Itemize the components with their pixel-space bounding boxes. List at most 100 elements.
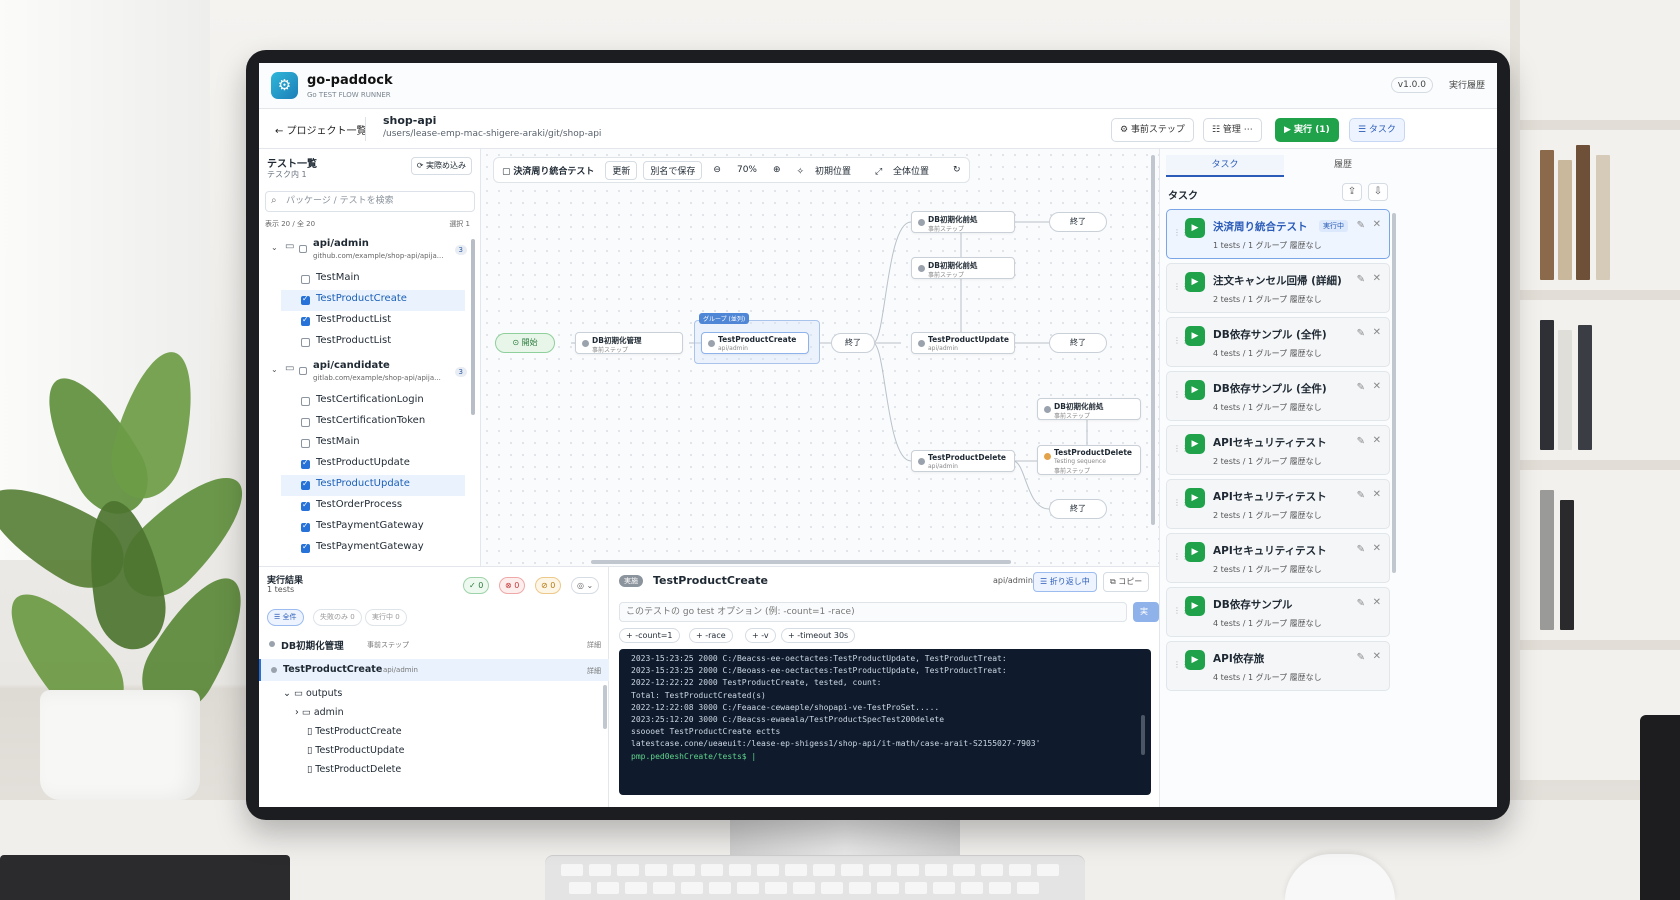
play-icon[interactable]: ▶: [1185, 326, 1205, 346]
flow-end-node[interactable]: 終了: [1049, 212, 1107, 232]
option-chip-count[interactable]: + -count=1: [619, 628, 680, 643]
test-item[interactable]: TestMain: [259, 433, 473, 454]
prestep-button[interactable]: ⚙ 事前ステップ: [1111, 118, 1194, 142]
flow-node-product-create[interactable]: TestProductCreate api/admin: [701, 332, 809, 354]
flow-node-product-update[interactable]: TestProductUpdate api/admin: [911, 332, 1015, 354]
close-icon[interactable]: ✕: [1373, 651, 1381, 662]
task-card[interactable]: ⋮⋮ ▶ DB依存サンプル 4 tests / 1 グループ 履歴なし ✎ ✕: [1166, 587, 1390, 637]
edit-icon[interactable]: ✎: [1357, 652, 1365, 663]
edit-icon[interactable]: ✎: [1357, 544, 1365, 555]
chevron-down-icon[interactable]: ⌄: [271, 365, 278, 374]
results-scrollbar[interactable]: [603, 685, 607, 729]
canvas-horizontal-scrollbar[interactable]: [591, 560, 1011, 564]
play-icon[interactable]: ▶: [1185, 434, 1205, 454]
test-item[interactable]: TestProductUpdate: [259, 454, 473, 475]
flow-end-node[interactable]: 終了: [831, 333, 875, 353]
result-row-selected[interactable]: TestProductCreate api/admin 詳細: [259, 659, 609, 681]
close-icon[interactable]: ✕: [1373, 219, 1381, 230]
chevron-down-icon[interactable]: ⌄: [271, 243, 278, 252]
close-icon[interactable]: ✕: [1373, 543, 1381, 554]
edit-icon[interactable]: ✎: [1357, 436, 1365, 447]
edit-icon[interactable]: ✎: [1357, 490, 1365, 501]
tree-folder-admin[interactable]: › ▭ admin: [295, 707, 344, 718]
play-icon[interactable]: ▶: [1185, 488, 1205, 508]
flow-node-db-init[interactable]: DB初期化管理 事前ステップ: [575, 332, 683, 354]
test-item[interactable]: TestMain: [259, 269, 473, 290]
go-test-options-input[interactable]: このテストの go test オプション (例: -count=1 -race): [619, 602, 1127, 622]
task-card[interactable]: ⋮⋮ ▶ APIセキュリティテスト 2 tests / 1 グループ 履歴なし …: [1166, 533, 1390, 583]
option-chip-timeout[interactable]: + -timeout 30s: [781, 628, 856, 643]
close-icon[interactable]: ✕: [1373, 273, 1381, 284]
upload-icon[interactable]: ⇪: [1342, 183, 1362, 201]
play-icon[interactable]: ▶: [1185, 272, 1205, 292]
test-checkbox[interactable]: [301, 338, 310, 347]
task-card[interactable]: ⋮⋮ ▶ 決済周り統合テスト 実行中 1 tests / 1 グループ 履歴なし…: [1166, 209, 1390, 259]
close-icon[interactable]: ✕: [1373, 381, 1381, 392]
task-card[interactable]: ⋮⋮ ▶ APIセキュリティテスト 2 tests / 1 グループ 履歴なし …: [1166, 425, 1390, 475]
test-search-input[interactable]: パッケージ / テストを検索: [265, 191, 475, 212]
tasks-scrollbar[interactable]: [1392, 213, 1396, 573]
group-checkbox[interactable]: [299, 245, 307, 253]
result-row[interactable]: DB初期化管理 事前ステップ 詳細: [259, 633, 609, 655]
terminal-scrollbar[interactable]: [1141, 715, 1145, 755]
tree-file[interactable]: ▯ TestProductUpdate: [307, 745, 404, 756]
test-list-scrollbar[interactable]: [471, 239, 475, 415]
flow-end-node[interactable]: 終了: [1049, 499, 1107, 519]
download-icon[interactable]: ⇩: [1368, 183, 1388, 201]
close-icon[interactable]: ✕: [1373, 327, 1381, 338]
test-item-selected[interactable]: TestProductCreate: [281, 290, 465, 311]
task-card[interactable]: ⋮⋮ ▶ API依存旅 4 tests / 1 グループ 履歴なし ✎ ✕: [1166, 641, 1390, 691]
tree-file[interactable]: ▯ TestProductDelete: [307, 764, 401, 775]
test-checkbox[interactable]: [301, 521, 310, 532]
close-icon[interactable]: ✕: [1373, 489, 1381, 500]
test-item[interactable]: TestPaymentGateway: [259, 517, 473, 538]
tab-tasks[interactable]: タスク: [1166, 155, 1284, 177]
test-item[interactable]: TestCertificationLogin: [259, 391, 473, 412]
copy-button[interactable]: ⧉ コピー: [1103, 572, 1150, 592]
flow-node-db-right[interactable]: DB初期化前処 事前ステップ: [1037, 398, 1141, 420]
flow-canvas[interactable]: ▢ 決済周り統合テスト 更新 別名で保存 ⊖ 70% ⊕ ✧ 初期位置 ⤢ 全体…: [481, 149, 1159, 566]
history-link[interactable]: 実行履歴: [1449, 78, 1485, 91]
play-icon[interactable]: ▶: [1185, 380, 1205, 400]
play-icon[interactable]: ▶: [1185, 596, 1205, 616]
edit-icon[interactable]: ✎: [1357, 328, 1365, 339]
test-checkbox[interactable]: [301, 315, 310, 326]
test-checkbox[interactable]: [301, 439, 310, 448]
play-icon[interactable]: ▶: [1185, 218, 1205, 238]
option-chip-verbose[interactable]: + -v: [745, 628, 776, 643]
flow-end-node[interactable]: 終了: [1049, 333, 1107, 353]
result-detail-link[interactable]: 詳細: [587, 666, 601, 676]
test-checkbox[interactable]: [301, 458, 310, 469]
group-checkbox[interactable]: [299, 367, 307, 375]
flow-node-db-top2[interactable]: DB初期化前処 事前ステップ: [911, 257, 1015, 279]
flow-node-product-delete-2[interactable]: TestProductDelete Testing sequence 事前ステッ…: [1037, 445, 1141, 475]
test-checkbox[interactable]: [301, 397, 310, 406]
close-icon[interactable]: ✕: [1373, 435, 1381, 446]
test-item[interactable]: TestProductList: [259, 311, 473, 332]
load-tests-button[interactable]: ⟳ 実際め込み: [410, 157, 472, 175]
edit-icon[interactable]: ✎: [1357, 598, 1365, 609]
filter-all[interactable]: ☰ 全件: [267, 609, 304, 626]
manage-button[interactable]: ☷ 管理 ⋯: [1203, 118, 1262, 142]
canvas-vertical-scrollbar[interactable]: [1151, 155, 1155, 525]
task-card[interactable]: ⋮⋮ ▶ 注文キャンセル回帰 (詳細) 2 tests / 1 グループ 履歴な…: [1166, 263, 1390, 313]
test-checkbox[interactable]: [301, 418, 310, 427]
test-checkbox[interactable]: [301, 542, 310, 553]
task-card[interactable]: ⋮⋮ ▶ APIセキュリティテスト 2 tests / 1 グループ 履歴なし …: [1166, 479, 1390, 529]
package-group[interactable]: ⌄ ▭ api/candidate gitlab.com/example/sho…: [259, 357, 473, 391]
play-icon[interactable]: ▶: [1185, 542, 1205, 562]
tasks-button[interactable]: ☰ タスク: [1349, 118, 1405, 142]
terminal-output[interactable]: 2023-15:23:25 2000 C:/Beacss-ee-oectacte…: [619, 649, 1151, 795]
edit-icon[interactable]: ✎: [1357, 220, 1365, 231]
flow-node-product-delete[interactable]: TestProductDelete api/admin: [911, 450, 1015, 472]
play-icon[interactable]: ▶: [1185, 650, 1205, 670]
test-checkbox[interactable]: [301, 275, 310, 284]
tree-folder-outputs[interactable]: ⌄ ▭ outputs: [283, 688, 342, 699]
wrap-toggle-button[interactable]: ☰ 折り返し中: [1033, 572, 1097, 592]
option-chip-race[interactable]: + -race: [689, 628, 733, 643]
tree-file[interactable]: ▯ TestProductCreate: [307, 726, 402, 737]
result-detail-link[interactable]: 詳細: [587, 640, 601, 650]
test-item[interactable]: TestOrderProcess: [259, 496, 473, 517]
filter-running[interactable]: 実行中 0: [365, 609, 407, 626]
task-card[interactable]: ⋮⋮ ▶ DB依存サンプル (全件) 4 tests / 1 グループ 履歴なし…: [1166, 317, 1390, 367]
